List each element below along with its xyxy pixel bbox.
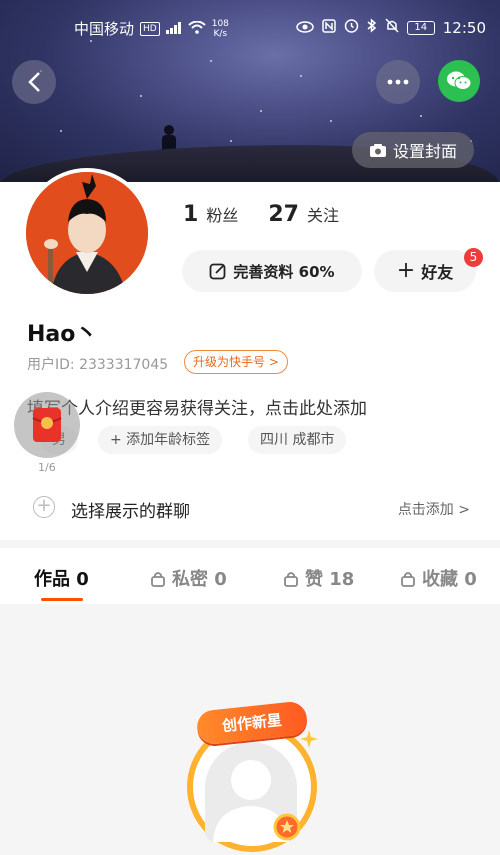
tab-works-label: 作品 0 (34, 569, 89, 590)
followers-label[interactable]: 粉丝 (206, 202, 238, 226)
avatar-illustration (26, 172, 148, 294)
net-speed-value: 108 (211, 18, 229, 29)
carrier-label: 中国移动 (74, 20, 135, 38)
status-bar: 中国移动 HD 108 K/s 14 12:50 (0, 0, 500, 58)
following-label[interactable]: 关注 (307, 202, 339, 226)
profile-page: 中国移动 HD 108 K/s 14 12:50 设置封面 1 粉丝 27 关注… (0, 0, 500, 855)
nfc-icon (322, 18, 336, 37)
alarm-icon (344, 18, 359, 37)
set-cover-label: 设置封面 (392, 142, 457, 161)
back-button[interactable] (12, 60, 56, 104)
tab-private[interactable]: 私密 0 (150, 565, 227, 591)
battery-icon: 14 (406, 20, 435, 35)
tab-private-label: 私密 0 (172, 569, 227, 590)
bluetooth-icon (367, 18, 377, 37)
group-chat-label: 选择展示的群聊 (71, 502, 190, 522)
more-button[interactable] (376, 60, 420, 104)
tab-favorites[interactable]: 收藏 0 (400, 565, 477, 591)
mute-icon (385, 18, 399, 37)
lock-icon (284, 571, 298, 587)
friends-label: 好友 (421, 263, 454, 282)
edit-icon (210, 263, 226, 280)
red-packet-count: 1/6 (38, 461, 56, 474)
set-cover-button[interactable]: 设置封面 (352, 132, 474, 168)
tab-likes[interactable]: 赞 18 (283, 565, 354, 591)
plus-icon: + (396, 258, 416, 283)
edit-profile-button[interactable]: 完善资料 60% (182, 250, 362, 292)
group-chat-action[interactable]: 点击添加 > (398, 499, 470, 519)
more-dots-icon (387, 79, 409, 85)
hd-badge: HD (140, 21, 160, 36)
red-packet-floating-button[interactable] (14, 392, 80, 458)
net-speed: 108 K/s (212, 19, 229, 39)
user-name: Hao丶 (27, 322, 98, 347)
upgrade-kuaishou-id-button[interactable]: 升级为快手号 > (184, 350, 288, 374)
tab-likes-label: 赞 18 (305, 569, 355, 590)
edit-profile-label: 完善资料 60% (233, 262, 335, 281)
clock-time: 12:50 (442, 18, 486, 37)
followers-count[interactable]: 1 (183, 202, 198, 227)
lock-icon (151, 571, 165, 587)
wechat-icon (447, 71, 472, 90)
add-circle-icon: + (33, 496, 55, 518)
user-id[interactable]: 用户ID: 2333317045 (27, 354, 168, 374)
stats-row: 1 粉丝 27 关注 (183, 202, 339, 227)
net-speed-unit: K/s (213, 28, 228, 39)
medal-icon (273, 813, 301, 841)
tab-works[interactable]: 作品 0 (34, 565, 89, 591)
red-packet-icon (32, 408, 62, 442)
friends-badge: 5 (464, 248, 483, 267)
add-friend-button[interactable]: + 好友 (374, 250, 476, 292)
camera-icon (369, 143, 386, 157)
wechat-share-button[interactable] (438, 60, 480, 102)
chevron-left-icon (28, 72, 40, 92)
following-count[interactable]: 27 (268, 202, 299, 227)
group-chat-row[interactable]: + 选择展示的群聊 点击添加 > (0, 486, 500, 532)
battery-level: 14 (414, 21, 428, 33)
add-age-tag-button[interactable]: + 添加年龄标签 (98, 426, 223, 454)
lock-icon (401, 571, 415, 587)
active-tab-indicator (41, 598, 83, 601)
wifi-icon (188, 20, 206, 38)
content-tabs: 作品 0 私密 0 赞 18 收藏 0 (0, 548, 500, 604)
avatar[interactable] (22, 168, 152, 298)
signal-icon (165, 20, 182, 38)
tab-favorites-label: 收藏 0 (422, 569, 477, 590)
eye-icon (296, 19, 314, 37)
location-tag[interactable]: 四川 成都市 (248, 426, 347, 454)
sparkle-icon (300, 730, 318, 748)
